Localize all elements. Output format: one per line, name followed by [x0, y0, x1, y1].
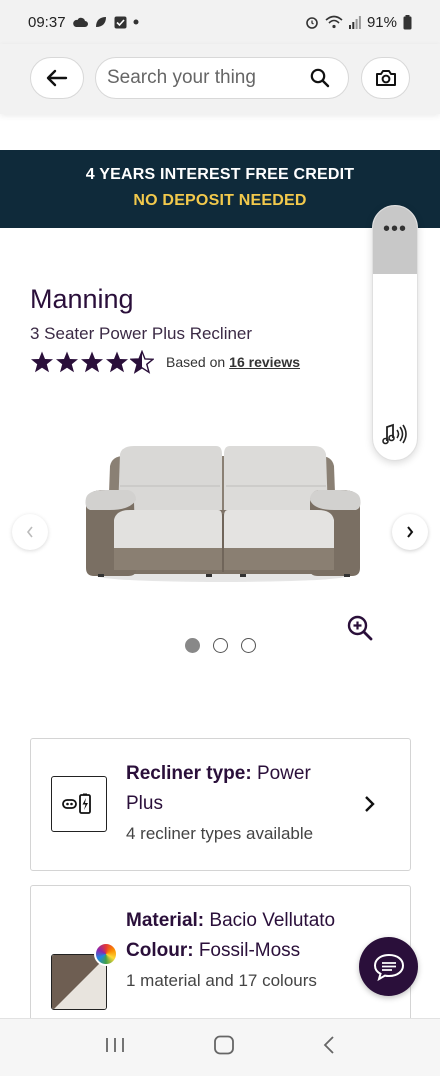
checkbox-icon: [114, 16, 127, 29]
colour-wheel-icon: [94, 942, 118, 966]
recliner-type-label: Recliner type:: [126, 763, 252, 784]
search-header: [0, 44, 440, 114]
promo-subline: NO DEPOSIT NEEDED: [133, 192, 307, 209]
chevron-right-icon: [363, 794, 377, 819]
chat-icon: [373, 953, 404, 981]
star-full-icon: [81, 351, 103, 373]
signal-icon: [348, 15, 361, 29]
sofa-image: [85, 446, 361, 582]
back-icon[interactable]: [322, 1035, 336, 1060]
recliner-type-sub: 4 recliner types available: [126, 824, 314, 843]
system-nav-bar: [0, 1018, 440, 1076]
back-button[interactable]: [30, 57, 84, 99]
search-input[interactable]: [107, 67, 287, 89]
promo-headline: 4 YEARS INTEREST FREE CREDIT: [85, 166, 355, 183]
star-full-icon: [56, 351, 78, 373]
leaf-icon: [94, 15, 108, 29]
rating-row: Based on 16 reviews: [30, 350, 300, 374]
zoom-in-icon[interactable]: [346, 614, 374, 647]
back-arrow-icon: [46, 69, 68, 87]
recliner-type-card[interactable]: Recliner type: Power Plus 4 recliner typ…: [30, 738, 411, 871]
battery-percent: 91%: [366, 13, 397, 31]
search-box[interactable]: [95, 57, 349, 99]
wifi-icon: [325, 15, 343, 29]
audio-read-icon[interactable]: [381, 423, 409, 450]
chevron-right-icon: [407, 526, 414, 538]
chat-button[interactable]: [359, 937, 418, 996]
colour-label: Colour:: [126, 940, 194, 961]
reviews-link[interactable]: 16 reviews: [229, 354, 300, 370]
material-colour-sub: 1 material and 17 colours: [126, 971, 317, 990]
accessibility-widget[interactable]: •••: [372, 205, 418, 461]
material-colour-text: Material: Bacio Vellutato Colour: Fossil…: [126, 906, 346, 996]
dot-icon: [133, 19, 139, 25]
carousel-dots: [185, 638, 256, 653]
recent-apps-icon[interactable]: [104, 1036, 126, 1059]
camera-button[interactable]: [361, 57, 410, 99]
carousel-dot[interactable]: [185, 638, 200, 653]
product-image[interactable]: [80, 430, 365, 600]
search-icon[interactable]: [310, 68, 330, 93]
material-value: Bacio Vellutato: [209, 910, 336, 931]
star-half-icon: [130, 350, 154, 374]
status-left: 09:37: [28, 14, 139, 31]
star-rating: [30, 350, 154, 374]
more-options-icon[interactable]: •••: [373, 206, 417, 274]
product-subtitle: 3 Seater Power Plus Recliner: [30, 324, 253, 343]
carousel-dot[interactable]: [213, 638, 228, 653]
product-title: Manning: [30, 284, 134, 314]
home-icon[interactable]: [213, 1035, 235, 1060]
status-right: 91%: [305, 14, 412, 31]
cloud-icon: [72, 17, 88, 28]
star-full-icon: [31, 351, 53, 373]
carousel-dot[interactable]: [241, 638, 256, 653]
power-recliner-icon: [51, 776, 107, 832]
carousel-next-button[interactable]: [392, 514, 428, 550]
clock: 09:37: [28, 13, 66, 31]
alarm-icon: [305, 15, 319, 29]
recliner-type-text: Recliner type: Power Plus 4 recliner typ…: [126, 759, 346, 849]
based-on-label: Based on: [166, 354, 226, 370]
battery-icon: [403, 14, 412, 30]
material-label: Material:: [126, 910, 205, 931]
material-colour-card[interactable]: Material: Bacio Vellutato Colour: Fossil…: [30, 885, 411, 1025]
camera-icon: [375, 70, 396, 86]
carousel-prev-button[interactable]: [12, 514, 48, 550]
star-full-icon: [106, 351, 128, 373]
status-bar: 09:37 91%: [0, 0, 440, 44]
colour-value: Fossil-Moss: [198, 940, 301, 961]
chevron-left-icon: [26, 526, 33, 538]
